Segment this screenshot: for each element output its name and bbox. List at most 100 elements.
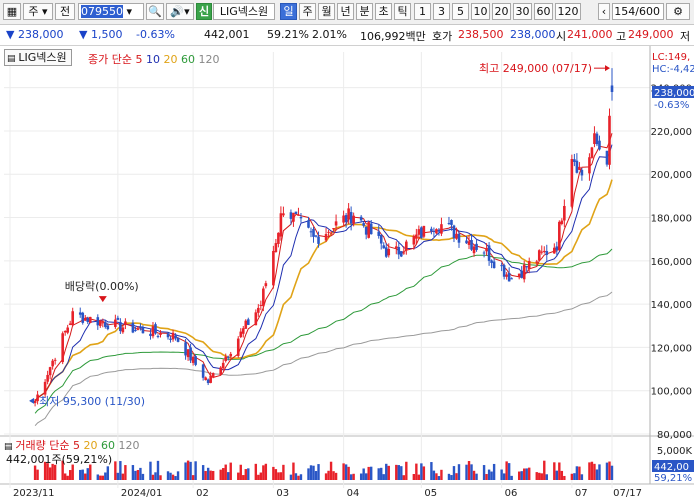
volume-bar: [558, 462, 561, 480]
y-tick-label: 180,000: [651, 214, 692, 225]
interval-20[interactable]: 20: [492, 3, 511, 20]
volume-bar: [510, 475, 513, 480]
candle-body: [553, 247, 556, 254]
volume-bar: [96, 474, 99, 480]
period-year[interactable]: 년: [337, 3, 354, 20]
candle-body: [400, 251, 403, 257]
interval-1[interactable]: 1: [414, 3, 431, 20]
volume-bar: [517, 471, 521, 480]
volume-bar: [590, 461, 594, 480]
candle-body: [114, 319, 117, 327]
volume-bar: [364, 473, 368, 480]
ma120-legend: 120: [198, 53, 220, 66]
volume-bar: [538, 472, 541, 480]
candle-body: [467, 241, 471, 245]
volume-ratio: 59.21%: [267, 28, 309, 41]
candle-body: [272, 250, 275, 286]
candle-body: [229, 353, 233, 357]
y-tick-label: 80,000: [657, 430, 692, 441]
volume-bar: [317, 464, 320, 480]
ask-price: 238,500: [458, 28, 504, 41]
candle-body: [63, 331, 67, 333]
volume-bar: [277, 472, 280, 480]
candle-body: [507, 272, 511, 282]
candle-body: [382, 245, 386, 249]
interval-3[interactable]: 3: [433, 3, 450, 20]
volume-value: 442,001: [204, 28, 250, 41]
settings-icon[interactable]: ⚙: [666, 3, 690, 20]
candle-body: [500, 265, 503, 267]
grid-icon[interactable]: ▦: [3, 3, 21, 20]
candle-body: [282, 213, 285, 216]
volume-bar: [229, 462, 232, 480]
candle-body: [236, 338, 240, 356]
volume-bar: [121, 473, 125, 480]
candle-body: [186, 349, 190, 358]
search-icon[interactable]: 🔍: [146, 3, 164, 20]
period-second[interactable]: 초: [375, 3, 392, 20]
interval-30[interactable]: 30: [513, 3, 532, 20]
volume-bar: [570, 473, 574, 480]
candle-body: [542, 250, 546, 252]
volume-bar: [553, 462, 556, 480]
volume-bar: [289, 474, 293, 480]
ma-legend[interactable]: 종가 단순 5 10 20 60 120: [88, 51, 219, 67]
volume-bar: [520, 471, 523, 480]
data-count-field[interactable]: 154/600: [612, 3, 664, 20]
volume-bar: [139, 467, 142, 480]
volume-bar: [176, 471, 180, 480]
period-month[interactable]: 월: [318, 3, 335, 20]
vol-ma120-legend: 120: [118, 439, 140, 452]
volume-bar: [370, 466, 373, 480]
interval-10[interactable]: 10: [471, 3, 490, 20]
period-week[interactable]: 주: [299, 3, 316, 20]
interval-120[interactable]: 120: [555, 3, 581, 20]
period-minute[interactable]: 분: [356, 3, 373, 20]
ma20-legend: 20: [163, 53, 178, 66]
candle-body: [362, 223, 365, 226]
stock-legend-box[interactable]: ▤ LIG넥스원: [4, 49, 72, 66]
volume-bar: [455, 473, 458, 480]
candle-body: [415, 234, 418, 239]
new-badge[interactable]: 신: [196, 3, 212, 20]
candle-body: [174, 335, 177, 339]
market-select[interactable]: 주 ▾: [23, 3, 53, 20]
volume-bar: [610, 465, 614, 480]
high-price: 249,000: [628, 28, 674, 41]
period-tick[interactable]: 틱: [394, 3, 411, 20]
volume-bar: [475, 473, 478, 480]
volume-bar: [505, 461, 508, 480]
high-label: 고: [616, 30, 627, 43]
candle-body: [156, 335, 160, 337]
candle-body: [201, 364, 205, 378]
price-chart[interactable]: 240,000220,000200,000180,000160,000140,0…: [0, 46, 694, 499]
volume-bar: [412, 474, 416, 480]
speaker-icon[interactable]: 🔊▾: [166, 3, 194, 20]
volume-bar: [79, 469, 82, 480]
candle-body: [422, 225, 426, 237]
interval-60[interactable]: 60: [534, 3, 553, 20]
volume-bar: [342, 463, 345, 480]
chart-area[interactable]: 240,000220,000200,000180,000160,000140,0…: [0, 46, 694, 499]
candle-body: [169, 338, 172, 340]
candle-body: [116, 317, 120, 320]
stock-code-input[interactable]: 079550 ▾: [78, 3, 144, 20]
x-tick-label: 2023/11: [13, 488, 55, 498]
interval-5[interactable]: 5: [452, 3, 469, 20]
vol-tag: 442,00: [654, 462, 689, 473]
volume-bar: [535, 472, 538, 480]
volume-bar: [53, 464, 57, 480]
volume-bar: [131, 465, 135, 480]
period-day[interactable]: 일: [280, 3, 297, 20]
candle-body: [367, 222, 370, 238]
volume-bar: [239, 464, 242, 480]
scroll-left-icon[interactable]: ‹: [598, 3, 610, 20]
candle-body: [475, 243, 478, 250]
volume-bar: [101, 475, 105, 480]
volume-bar: [81, 469, 84, 480]
volume-bar: [457, 464, 461, 480]
prev-button[interactable]: 전: [55, 3, 75, 20]
y-tick-label: 160,000: [651, 257, 692, 268]
candle-body: [593, 133, 596, 145]
candle-body: [482, 252, 486, 254]
